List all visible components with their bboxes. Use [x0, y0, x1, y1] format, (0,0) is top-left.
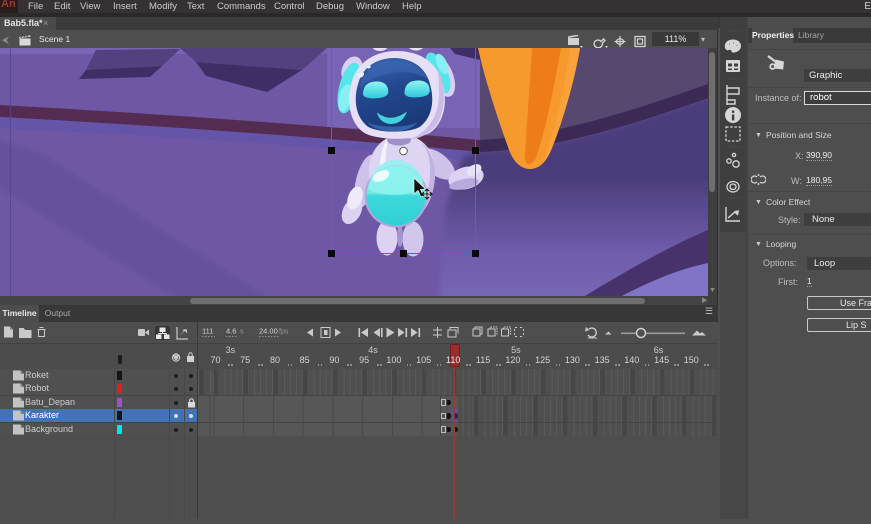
- svg-text:24.00: 24.00: [259, 327, 278, 336]
- svg-text:s: s: [240, 329, 244, 336]
- svg-text:4.6: 4.6: [226, 327, 236, 336]
- svg-text:fps: fps: [279, 329, 289, 336]
- svg-text:111: 111: [202, 327, 213, 336]
